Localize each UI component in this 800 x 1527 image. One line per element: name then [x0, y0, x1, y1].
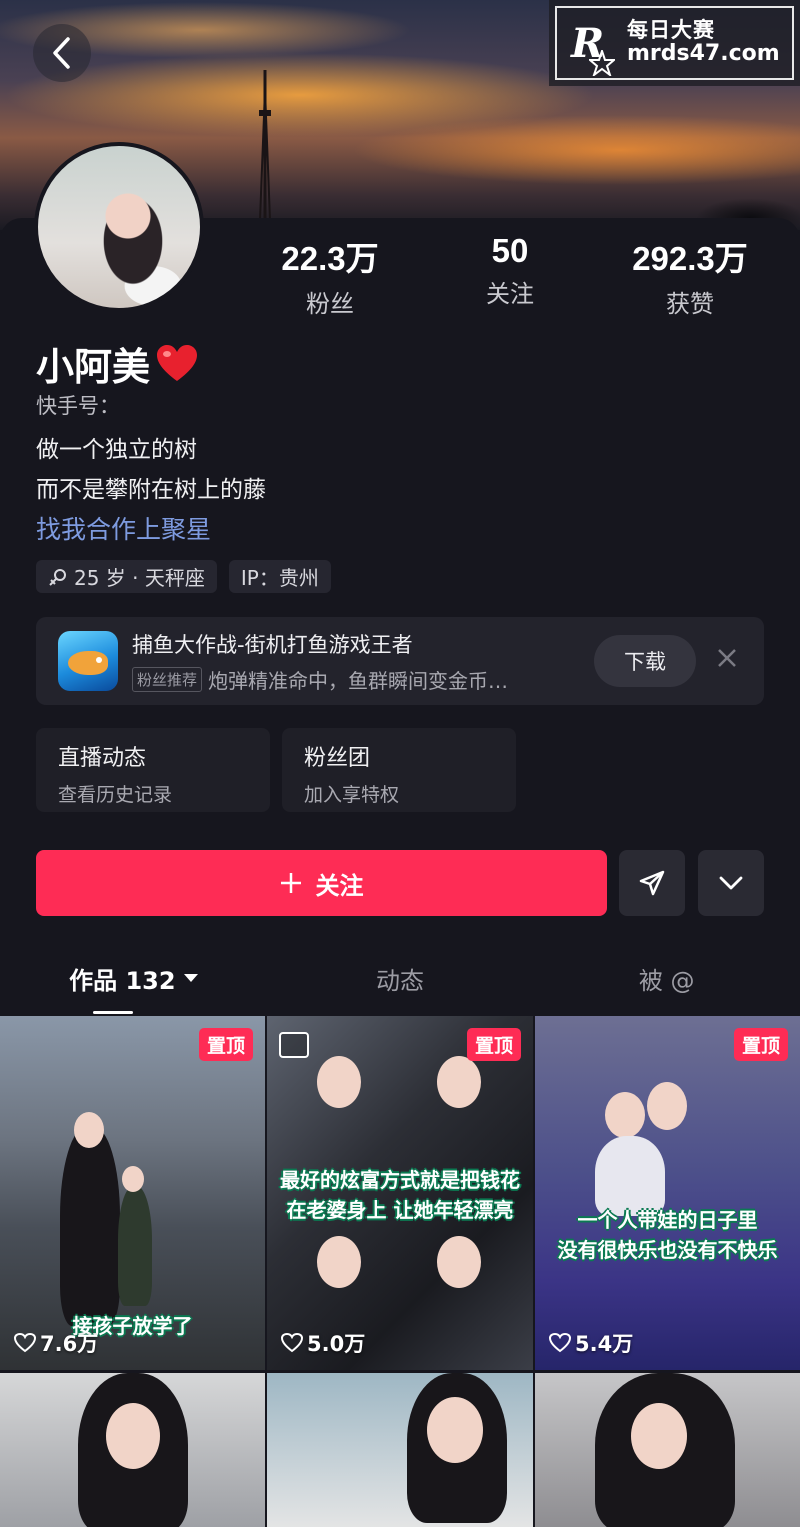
send-message-button[interactable] — [619, 850, 685, 916]
collab-link[interactable]: 找我合作上聚星 — [36, 510, 266, 550]
download-button[interactable]: 下载 — [594, 635, 696, 687]
video-caption: 没有很快乐也没有不快乐 — [557, 1238, 778, 1262]
kuaishou-id-label: 快手号： — [36, 394, 120, 418]
heart-outline-icon — [549, 1333, 571, 1353]
chevron-left-icon — [53, 37, 70, 69]
heart-outline-icon — [14, 1333, 36, 1353]
signal-tower-graphic — [259, 70, 271, 220]
stat-label: 粉丝 — [306, 290, 354, 318]
profile-name-row: 小阿美 — [36, 336, 198, 391]
video-likes: 7.6万 — [14, 1328, 98, 1358]
more-options-button[interactable] — [698, 850, 764, 916]
tab-works[interactable]: 作品 132 — [0, 940, 267, 1016]
profile-tags: 25 岁 · 天秤座 IP：贵州 — [36, 560, 331, 593]
feature-cards: 直播动态 查看历史记录 粉丝团 加入享特权 — [36, 728, 516, 812]
close-icon[interactable] — [716, 647, 738, 669]
live-history-card[interactable]: 直播动态 查看历史记录 — [36, 728, 270, 812]
video-likes: 5.0万 — [281, 1328, 365, 1358]
ad-badge: 粉丝推荐 — [132, 667, 203, 692]
profile-bio: 做一个独立的树 而不是攀附在树上的藤 找我合作上聚星 — [36, 430, 266, 550]
video-thumbnail[interactable] — [535, 1373, 800, 1527]
image-gallery-icon — [279, 1032, 309, 1058]
stat-value: 292.3万 — [632, 240, 748, 277]
plus-icon — [280, 873, 301, 893]
profile-name: 小阿美 — [36, 345, 151, 389]
fish-game-app-icon — [58, 631, 118, 691]
ad-title: 捕鱼大作战-街机打鱼游戏王者 — [132, 633, 413, 657]
stat-value: 50 — [491, 232, 529, 269]
video-thumbnail[interactable] — [267, 1373, 533, 1527]
back-button[interactable] — [33, 24, 91, 82]
stat-following[interactable]: 50 关注 — [420, 232, 600, 319]
stat-label: 关注 — [486, 280, 534, 308]
stat-value: 22.3万 — [281, 240, 379, 277]
video-thumbnail[interactable]: 置顶 一个人带娃的日子里 没有很快乐也没有不快乐 5.4万 — [535, 1016, 800, 1370]
watermark-title: 每日大赛 — [627, 18, 715, 43]
stat-likes[interactable]: 292.3万 获赞 — [600, 232, 780, 319]
card-subtitle: 查看历史记录 — [58, 784, 173, 806]
tab-moments[interactable]: 动态 — [267, 940, 534, 1016]
stat-label: 获赞 — [666, 290, 714, 318]
gender-female-icon — [49, 568, 66, 586]
profile-tabs: 作品 132 动态 被 @ — [0, 940, 800, 1016]
caret-down-icon — [183, 974, 198, 982]
pinned-badge: 置顶 — [466, 1028, 521, 1061]
video-thumbnail[interactable] — [0, 1373, 265, 1527]
age-zodiac-tag: 25 岁 · 天秤座 — [36, 560, 217, 593]
follow-button[interactable]: 关注 — [36, 850, 607, 916]
game-ad-card[interactable]: 捕鱼大作战-街机打鱼游戏王者 粉丝推荐 炮弹精准命中，鱼群瞬间变金币… 下载 — [36, 617, 764, 705]
pinned-badge: 置顶 — [733, 1028, 788, 1061]
heart-outline-icon — [281, 1333, 303, 1353]
video-thumbnail[interactable]: 置顶 接孩子放学了 7.6万 — [0, 1016, 265, 1370]
watermark-logo: R — [571, 20, 615, 76]
pinned-badge: 置顶 — [198, 1028, 253, 1061]
chevron-down-icon — [719, 876, 743, 890]
watermark: R 每日大赛 mrds47.com — [549, 0, 800, 86]
video-thumbnail[interactable]: 置顶 最好的炫富方式就是把钱花 在老婆身上 让她年轻漂亮 5.0万 — [267, 1016, 533, 1370]
ad-description: 炮弹精准命中，鱼群瞬间变金币… — [208, 669, 509, 693]
bio-line: 做一个独立的树 — [36, 437, 197, 463]
watermark-url: mrds47.com — [627, 41, 780, 67]
star-icon — [589, 49, 615, 76]
profile-stats: 22.3万 粉丝 50 关注 292.3万 获赞 — [240, 232, 780, 319]
fan-club-card[interactable]: 粉丝团 加入享特权 — [282, 728, 516, 812]
tab-mentions[interactable]: 被 @ — [533, 940, 800, 1016]
heart-icon — [157, 344, 198, 381]
card-subtitle: 加入享特权 — [304, 784, 400, 806]
card-title: 粉丝团 — [304, 746, 371, 771]
video-caption: 在老婆身上 让她年轻漂亮 — [286, 1198, 514, 1222]
ip-location-tag: IP：贵州 — [228, 560, 331, 593]
video-grid: 置顶 接孩子放学了 7.6万 置顶 最好的炫富方式就是把钱花 在老婆身上 让她年… — [0, 1016, 800, 1527]
send-icon — [639, 870, 665, 896]
bio-line: 而不是攀附在树上的藤 — [36, 477, 266, 503]
card-title: 直播动态 — [58, 746, 147, 771]
video-likes: 5.4万 — [549, 1328, 633, 1358]
stat-followers[interactable]: 22.3万 粉丝 — [240, 232, 420, 319]
video-caption: 一个人带娃的日子里 — [577, 1208, 758, 1232]
video-caption: 最好的炫富方式就是把钱花 — [280, 1168, 520, 1192]
avatar[interactable] — [34, 142, 204, 312]
